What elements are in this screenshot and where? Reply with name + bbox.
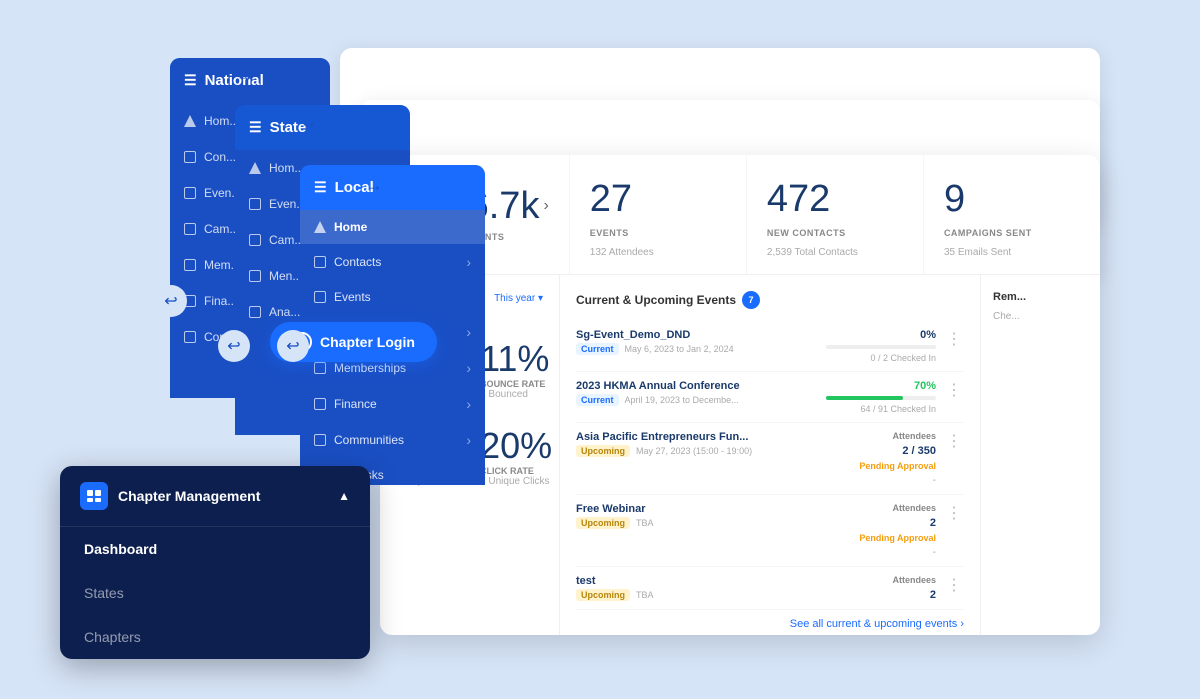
circle-arrow-1[interactable]: ↩ <box>155 285 187 317</box>
stat-events: 27 EVENTS 132 Attendees <box>570 155 747 274</box>
sidebar-local-finance[interactable]: Finance <box>300 386 485 422</box>
sidebar-local-communities[interactable]: Communities <box>300 422 485 458</box>
event-row: test Upcoming TBA Attendees 2 ⋮ <box>576 567 964 610</box>
main-dashboard-card: approx. S$16.7k › VALUE OF PAYMENTS 27 E… <box>380 155 1100 635</box>
event-menu-btn[interactable]: ⋮ <box>944 380 964 400</box>
event-menu-btn[interactable]: ⋮ <box>944 503 964 523</box>
event-menu-btn[interactable]: ⋮ <box>944 431 964 451</box>
sidebar-local-contacts[interactable]: Contacts <box>300 244 485 280</box>
chapter-mgmt-header: Chapter Management ▲ <box>60 466 370 527</box>
sidebar-local-home[interactable]: Home <box>300 210 485 244</box>
events-header: Current & Upcoming Events 7 <box>576 291 964 309</box>
event-row: Asia Pacific Entrepreneurs Fun... Upcomi… <box>576 423 964 495</box>
chapter-mgmt-dashboard[interactable]: Dashboard <box>60 527 370 571</box>
chapter-mgmt-collapse[interactable]: ▲ <box>338 489 350 503</box>
event-row: Free Webinar Upcoming TBA Attendees 2 Pe… <box>576 495 964 567</box>
event-menu-btn[interactable]: ⋮ <box>944 329 964 349</box>
sidebar-state-header: ☰ State <box>235 105 410 150</box>
stat-contacts: 472 NEW CONTACTS 2,539 Total Contacts <box>747 155 924 274</box>
event-row: Sg-Event_Demo_DND Current May 6, 2023 to… <box>576 321 964 372</box>
stat-campaigns: 9 CAMPAIGNS SENT 35 Emails Sent <box>924 155 1100 274</box>
campaign-filter[interactable]: This year ▾ <box>494 293 543 304</box>
stats-row: approx. S$16.7k › VALUE OF PAYMENTS 27 E… <box>380 155 1100 275</box>
menu-icon: ☰ <box>249 119 262 136</box>
see-all-events-link[interactable]: See all current & upcoming events › <box>576 618 964 630</box>
chapter-mgmt-chapters[interactable]: Chapters <box>60 615 370 659</box>
sidebar-local-events[interactable]: Events <box>300 280 485 314</box>
reminders-section: Rem... Che... <box>980 275 1100 635</box>
arrow-national-to-state: → <box>236 65 254 86</box>
chapter-mgmt-states[interactable]: States <box>60 571 370 615</box>
circle-arrow-2[interactable]: ↩ <box>218 330 250 362</box>
chapter-management-panel: Chapter Management ▲ Dashboard States Ch… <box>60 466 370 659</box>
bounce-rate-stat: 11% BOUNCE RATE 4 Bounced <box>480 341 552 400</box>
event-row: 2023 HKMA Annual Conference Current Apri… <box>576 372 964 423</box>
events-count-badge: 7 <box>742 291 760 309</box>
sidebar-local-header: ☰ Local <box>300 165 485 210</box>
arrow-state-to-local: → <box>300 112 318 133</box>
menu-icon: ☰ <box>184 72 197 89</box>
circle-arrow-3[interactable]: ↩ <box>277 330 309 362</box>
events-section: Current & Upcoming Events 7 Sg-Event_Dem… <box>560 275 980 635</box>
chapter-mgmt-icon <box>80 482 108 510</box>
arrow-local-to-main: → <box>365 175 383 196</box>
content-area: Campaign This year ▾ Summary 35 EMAILS S… <box>380 275 1100 635</box>
click-rate-stat: 20% CLICK RATE 7 Unique Clicks <box>480 428 552 487</box>
menu-icon: ☰ <box>314 179 327 196</box>
event-menu-btn[interactable]: ⋮ <box>944 575 964 595</box>
